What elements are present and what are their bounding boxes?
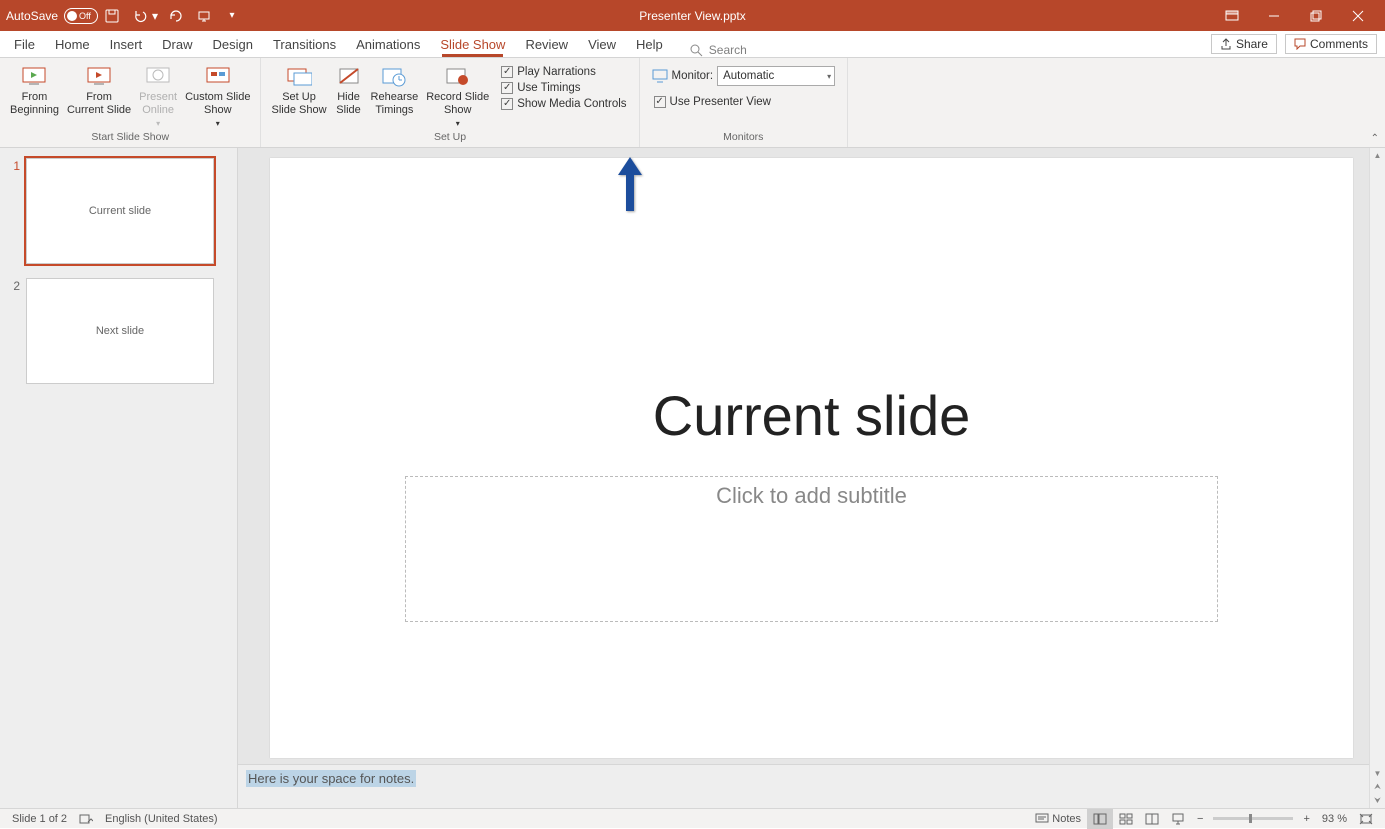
share-button[interactable]: Share <box>1211 34 1277 54</box>
tab-file[interactable]: File <box>4 33 45 57</box>
tab-insert[interactable]: Insert <box>100 33 153 57</box>
autosave-toggle[interactable]: AutoSave Off <box>6 8 98 24</box>
thumbnail-number: 2 <box>8 278 20 384</box>
zoom-percent[interactable]: 93 % <box>1316 809 1353 829</box>
qat-customize[interactable]: ▾ <box>220 4 244 28</box>
zoom-in-button[interactable]: + <box>1297 809 1315 829</box>
custom-slide-show-button[interactable]: Custom Slide Show ▾ <box>181 62 254 131</box>
monitor-label: Monitor: <box>672 70 714 82</box>
slide-thumbnail-1[interactable]: Current slide <box>26 158 214 264</box>
redo-button[interactable] <box>164 4 188 28</box>
title-placeholder[interactable]: Current slide <box>270 383 1353 448</box>
rehearse-icon <box>380 65 408 89</box>
slide-indicator[interactable]: Slide 1 of 2 <box>6 809 73 829</box>
notes-text: Here is your space for notes. <box>246 770 416 787</box>
undo-dropdown[interactable]: ▾ <box>150 4 160 28</box>
zoom-out-button[interactable]: − <box>1191 809 1209 829</box>
use-presenter-view-checkbox[interactable]: Use Presenter View <box>652 94 836 110</box>
present-online-button[interactable]: Present Online ▾ <box>135 62 181 131</box>
subtitle-placeholder[interactable]: Click to add subtitle <box>405 476 1218 622</box>
group-monitors: Monitor: Automatic ▾ Use Presenter View … <box>640 58 849 147</box>
tab-transitions[interactable]: Transitions <box>263 33 346 57</box>
comment-icon <box>1294 38 1306 50</box>
tab-view[interactable]: View <box>578 33 626 57</box>
spell-check-icon[interactable] <box>73 809 99 829</box>
tab-slide-show[interactable]: Slide Show <box>430 33 515 57</box>
thumbnail-row: 1 Current slide <box>8 158 229 264</box>
tab-home[interactable]: Home <box>45 33 100 57</box>
monitor-select[interactable]: Automatic ▾ <box>717 66 835 86</box>
reading-view-button[interactable] <box>1139 809 1165 829</box>
zoom-slider[interactable] <box>1213 817 1293 820</box>
from-beginning-icon <box>20 65 48 89</box>
use-timings-checkbox[interactable]: Use Timings <box>499 80 628 96</box>
slide-thumbnail-panel: 1 Current slide 2 Next slide <box>0 148 238 808</box>
from-beginning-button[interactable]: From Beginning <box>6 62 63 131</box>
notes-icon <box>1035 813 1049 825</box>
ribbon: From Beginning From Current Slide Presen… <box>0 58 1385 148</box>
annotation-arrow <box>610 155 650 215</box>
notes-toggle-button[interactable]: Notes <box>1029 809 1087 829</box>
record-icon <box>444 65 472 89</box>
restore-button[interactable] <box>1295 0 1337 31</box>
slide-sorter-view-button[interactable] <box>1113 809 1139 829</box>
play-narrations-checkbox[interactable]: Play Narrations <box>499 64 628 80</box>
custom-show-icon <box>204 65 232 89</box>
slide-canvas[interactable]: Current slide Click to add subtitle <box>270 158 1353 758</box>
scroll-up-icon[interactable]: ▲ <box>1370 148 1385 162</box>
thumbnail-number: 1 <box>8 158 20 264</box>
setup-icon <box>285 65 313 89</box>
record-slide-show-button[interactable]: Record Slide Show ▾ <box>422 62 493 131</box>
search-box[interactable]: Search <box>689 43 747 57</box>
normal-view-button[interactable] <box>1087 809 1113 829</box>
tab-review[interactable]: Review <box>515 33 578 57</box>
hide-slide-icon <box>335 65 363 89</box>
slideshow-view-button[interactable] <box>1165 809 1191 829</box>
prev-slide-icon[interactable]: ⮝ <box>1370 780 1385 794</box>
tab-help[interactable]: Help <box>626 33 673 57</box>
minimize-button[interactable] <box>1253 0 1295 31</box>
close-button[interactable] <box>1337 0 1379 31</box>
slide-editor: Current slide Click to add subtitle Here… <box>238 148 1385 808</box>
language-indicator[interactable]: English (United States) <box>99 809 224 829</box>
undo-button[interactable] <box>128 4 152 28</box>
next-slide-icon[interactable]: ⮟ <box>1370 794 1385 808</box>
share-icon <box>1220 38 1232 50</box>
tab-draw[interactable]: Draw <box>152 33 202 57</box>
work-area: 1 Current slide 2 Next slide Current sli… <box>0 148 1385 808</box>
setup-slide-show-button[interactable]: Set Up Slide Show <box>267 62 330 131</box>
from-beginning-quick[interactable] <box>192 4 216 28</box>
autosave-label: AutoSave <box>6 9 58 23</box>
from-current-slide-button[interactable]: From Current Slide <box>63 62 135 131</box>
title-bar: AutoSave Off ▾ ▾ Presenter View.pptx <box>0 0 1385 31</box>
fit-to-window-button[interactable] <box>1353 809 1379 829</box>
document-title: Presenter View.pptx <box>639 9 746 23</box>
rehearse-timings-button[interactable]: Rehearse Timings <box>367 62 423 131</box>
slide-thumbnail-2[interactable]: Next slide <box>26 278 214 384</box>
vertical-scrollbar[interactable]: ▲ ▼ ⮝ ⮟ <box>1369 148 1385 808</box>
monitor-icon <box>652 69 668 83</box>
present-online-icon <box>144 65 172 89</box>
scroll-down-icon[interactable]: ▼ <box>1370 766 1385 780</box>
tab-design[interactable]: Design <box>203 33 263 57</box>
group-set-up: Set Up Slide Show Hide Slide Rehearse Ti… <box>261 58 639 147</box>
search-icon <box>689 43 703 57</box>
comments-button[interactable]: Comments <box>1285 34 1377 54</box>
ribbon-display-options[interactable] <box>1211 0 1253 31</box>
collapse-ribbon-button[interactable]: ⌃ <box>1371 133 1379 144</box>
hide-slide-button[interactable]: Hide Slide <box>331 62 367 131</box>
ribbon-tabs: File Home Insert Draw Design Transitions… <box>0 31 1385 58</box>
thumbnail-row: 2 Next slide <box>8 278 229 384</box>
from-current-icon <box>85 65 113 89</box>
save-button[interactable] <box>100 4 124 28</box>
group-start-slide-show: From Beginning From Current Slide Presen… <box>0 58 261 147</box>
notes-pane[interactable]: Here is your space for notes. <box>238 764 1369 808</box>
show-media-controls-checkbox[interactable]: Show Media Controls <box>499 96 628 112</box>
tab-animations[interactable]: Animations <box>346 33 430 57</box>
status-bar: Slide 1 of 2 English (United States) Not… <box>0 808 1385 828</box>
